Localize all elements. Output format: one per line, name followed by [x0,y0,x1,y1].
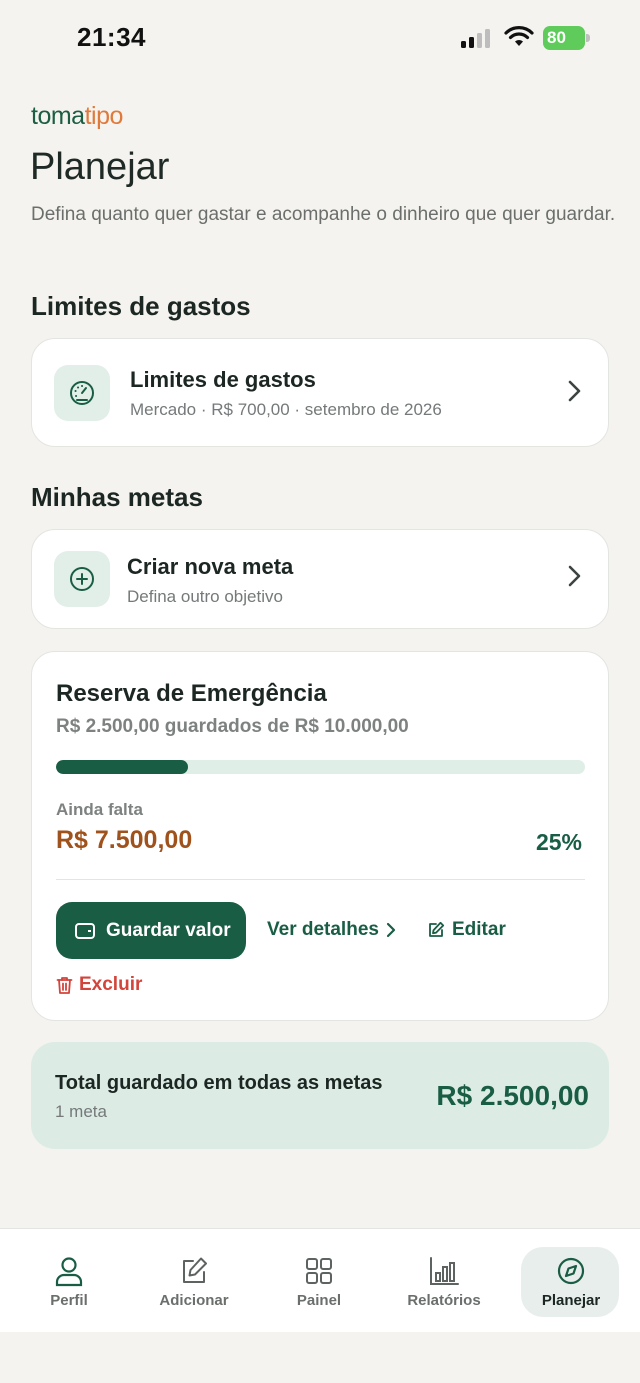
edit-button[interactable]: Editar [427,919,506,941]
total-saved-label: Total guardado em todas as metas [55,1072,383,1094]
delete-label: Excluir [79,974,143,995]
total-saved-value: R$ 2.500,00 [436,1080,589,1111]
wifi-icon [504,26,534,46]
chevron-right-icon [386,922,396,938]
nav-label: Adicionar [159,1292,229,1309]
status-bar: 21:34 80 [0,0,640,76]
page-subtitle: Defina quanto quer gastar e acompanhe o … [31,204,616,225]
nav-label: Relatórios [407,1292,481,1309]
total-saved-card: Total guardado em todas as metas 1 meta … [31,1042,609,1149]
status-time: 21:34 [77,22,146,52]
edit-icon [183,1257,207,1283]
goal-progress-bar [56,760,585,774]
goal-progress-fill [56,760,189,774]
goals-section-title: Minhas metas [31,482,203,512]
wallet-icon [75,922,95,939]
divider [56,879,585,880]
edit-icon [429,921,445,937]
nav-relatorios[interactable]: Relatórios [394,1229,494,1333]
edit-label: Editar [452,919,506,940]
nav-label: Painel [296,1292,342,1309]
goal-card: Reserva de Emergência R$ 2.500,00 guarda… [31,651,609,1021]
nav-label: Planejar [541,1292,601,1309]
view-details-button[interactable]: Ver detalhes [267,919,396,941]
save-value-label: Guardar valor [106,919,231,941]
remaining-value: R$ 7.500,00 [56,826,193,854]
brand-part-1: toma [31,102,85,130]
brand-part-2: tipo [84,102,124,130]
limits-section-title: Limites de gastos [31,291,251,321]
new-goal-title: Criar nova meta [127,554,294,579]
user-icon [55,1257,83,1287]
total-goals-count: 1 meta [55,1102,107,1121]
remaining-label: Ainda falta [56,800,143,819]
nav-perfil[interactable]: Perfil [19,1229,119,1333]
goal-percent: 25% [535,829,582,855]
battery-icon: 80 [543,26,591,50]
delete-button[interactable]: Excluir [56,974,142,996]
nav-adicionar[interactable]: Adicionar [144,1229,244,1333]
new-goal-card[interactable]: Criar nova meta Defina outro objetivo [31,529,609,629]
bottom-nav: Perfil Adicionar Painel Relatórios Plane… [0,1228,640,1332]
chevron-right-icon [568,565,581,587]
nav-label: Perfil [50,1292,88,1309]
page-title: Planejar [30,146,170,188]
view-details-label: Ver detalhes [267,919,379,940]
save-value-button[interactable]: Guardar valor [56,902,246,959]
limits-card[interactable]: Limites de gastos Mercado · R$ 700,00 · … [31,338,609,447]
goal-title: Reserva de Emergência [56,680,327,707]
limits-card-subtitle: Mercado · R$ 700,00 · setembro de 2026 [130,400,442,419]
trash-icon [56,976,73,994]
limits-card-title: Limites de gastos [130,367,316,392]
goal-progress-text: R$ 2.500,00 guardados de R$ 10.000,00 [56,716,409,737]
nav-painel[interactable]: Painel [269,1229,369,1333]
compass-icon [557,1257,585,1285]
grid-icon [306,1258,332,1284]
new-goal-subtitle: Defina outro objetivo [127,587,283,606]
nav-planejar[interactable]: Planejar [521,1229,621,1333]
gauge-icon [54,365,110,421]
bar-chart-icon [430,1257,459,1285]
plus-circle-icon [54,551,110,607]
home-indicator-area [0,1332,640,1383]
cellular-signal-icon [461,29,490,48]
battery-level: 80 [543,26,585,50]
brand-logo: tomatipo [31,102,123,131]
chevron-right-icon [568,380,581,402]
